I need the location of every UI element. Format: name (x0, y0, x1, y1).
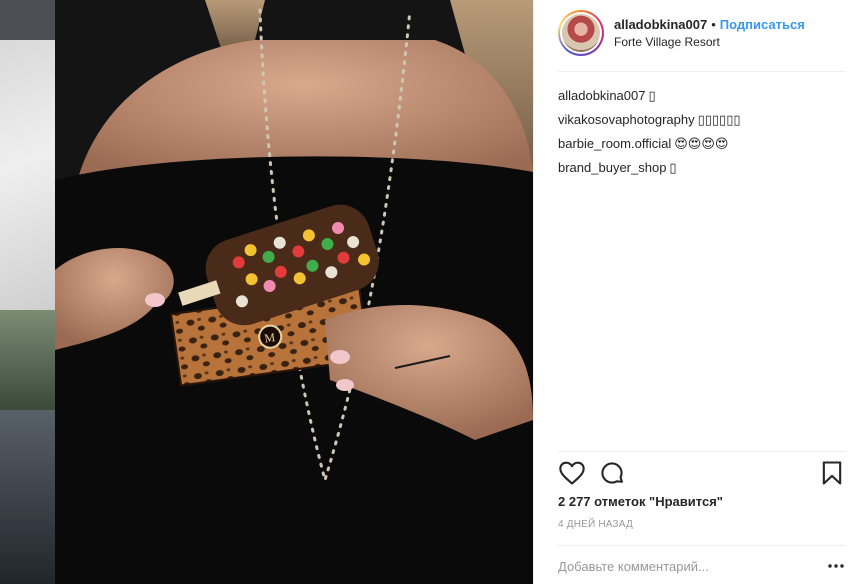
heart-icon[interactable] (558, 459, 586, 487)
author-username-link[interactable]: alladobkina007 (614, 17, 707, 32)
divider (558, 451, 846, 452)
backdrop-block (0, 0, 55, 40)
location-link[interactable]: Forte Village Resort (614, 35, 805, 49)
comment-text: 😍😍😍😍 (674, 136, 729, 151)
post-image-illustration: M (55, 0, 533, 584)
avatar[interactable] (562, 14, 600, 52)
backdrop-block (0, 40, 55, 310)
comment-username-link[interactable]: vikakosovaphotography (558, 112, 695, 127)
background-previous-post (0, 0, 55, 584)
comment-text: ▯▯▯▯▯▯ (697, 112, 741, 127)
comment-item: vikakosovaphotography ▯▯▯▯▯▯ (558, 108, 846, 132)
ellipsis-icon[interactable] (826, 556, 846, 576)
comment-item: brand_buyer_shop ▯ (558, 156, 846, 180)
add-comment-input[interactable] (558, 555, 828, 577)
backdrop-block (0, 310, 55, 410)
follow-button[interactable]: Подписаться (720, 17, 805, 32)
comment-username-link[interactable]: brand_buyer_shop (558, 160, 666, 175)
comment-icon[interactable] (598, 459, 626, 487)
comment-username-link[interactable]: alladobkina007 (558, 88, 645, 103)
backdrop-block (0, 410, 55, 584)
comment-item: barbie_room.official 😍😍😍😍 (558, 132, 846, 156)
comment-text: ▯ (648, 88, 656, 103)
post-header: alladobkina007 • Подписаться Forte Villa… (558, 9, 846, 57)
comments-list: alladobkina007 ▯ vikakosovaphotography ▯▯▯… (558, 84, 846, 180)
comment-text: ▯ (669, 160, 677, 175)
header-text: alladobkina007 • Подписаться Forte Villa… (614, 17, 805, 49)
bookmark-icon[interactable] (818, 459, 846, 487)
divider (558, 545, 846, 546)
separator-dot: • (711, 17, 716, 32)
header-row: alladobkina007 • Подписаться (614, 17, 805, 32)
avatar-frame (560, 12, 602, 54)
comment-username-link[interactable]: barbie_room.official (558, 136, 671, 151)
action-bar (558, 459, 846, 489)
likes-count[interactable]: 2 277 отметок "Нравится" (558, 494, 723, 509)
post-timestamp[interactable]: 4 ДНЕЙ НАЗАД (558, 519, 633, 530)
comment-item: alladobkina007 ▯ (558, 84, 846, 108)
post-photo[interactable]: M (55, 0, 533, 584)
post-details-panel: alladobkina007 • Подписаться Forte Villa… (533, 0, 856, 584)
story-ring[interactable] (558, 10, 604, 56)
divider (558, 71, 846, 72)
